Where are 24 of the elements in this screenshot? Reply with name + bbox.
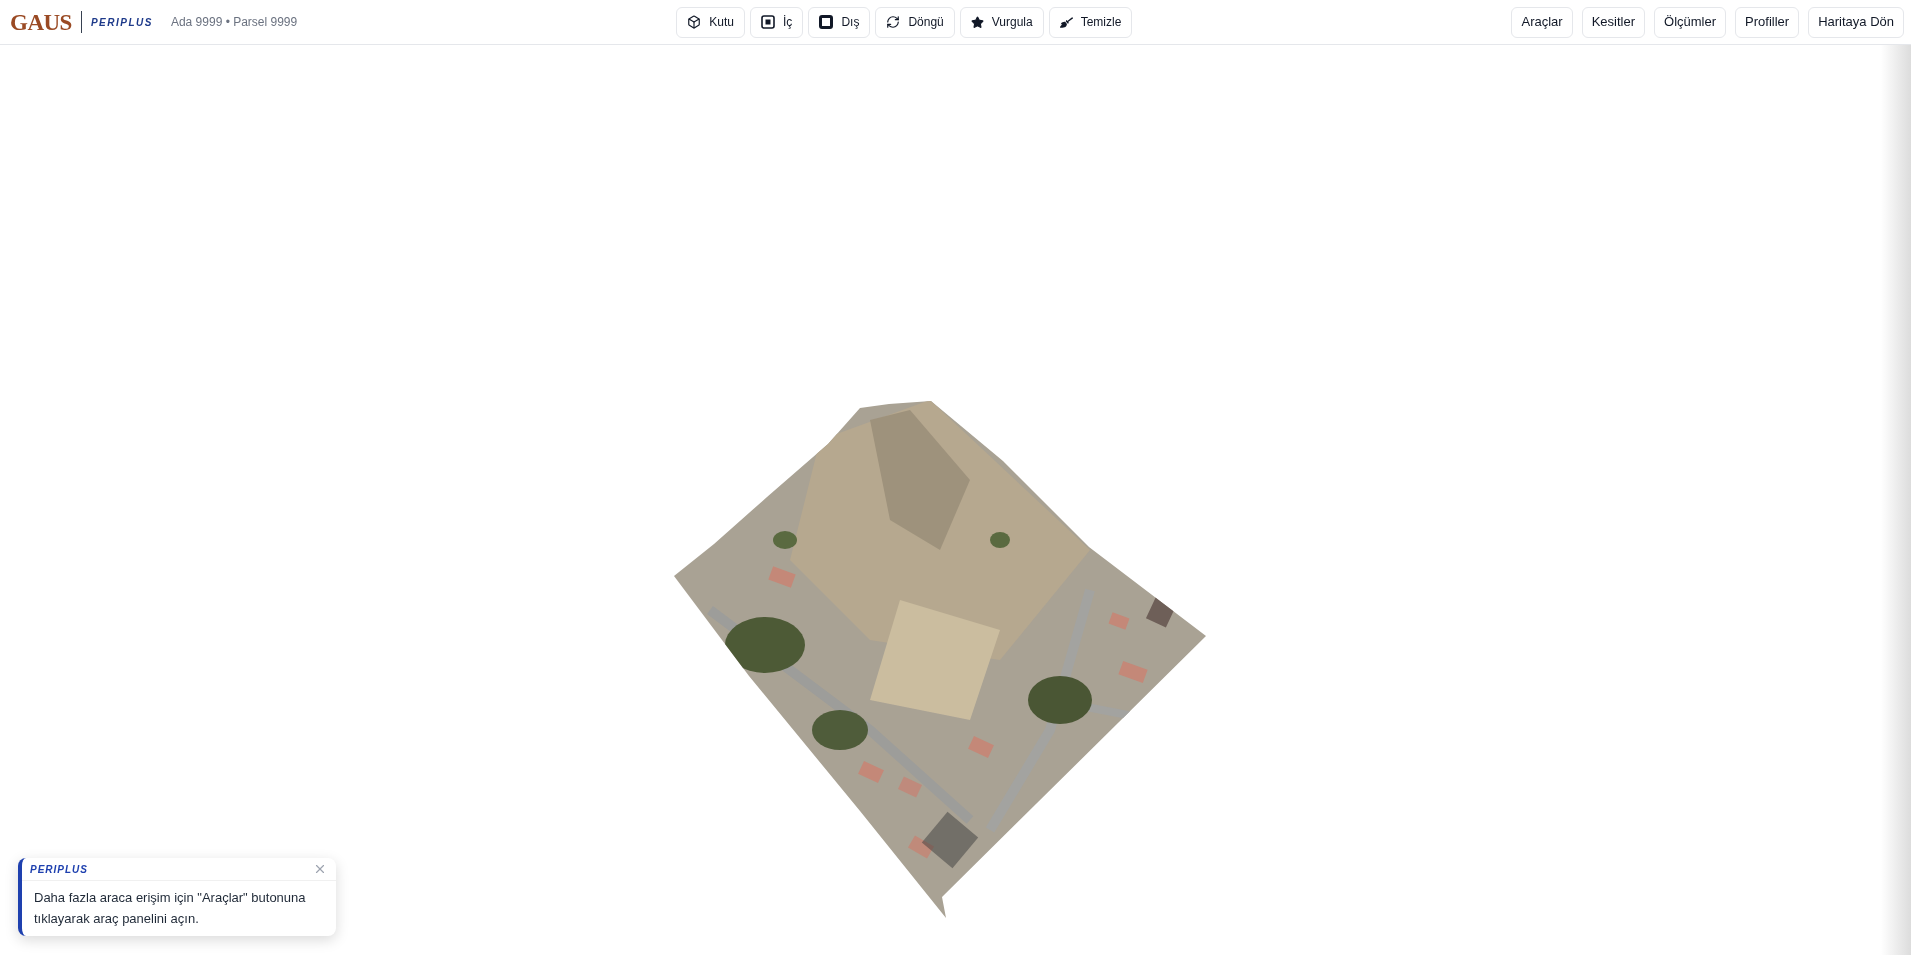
- nav-button[interactable]: Haritaya Dön: [1808, 6, 1904, 38]
- nav-button[interactable]: Araçlar: [1511, 6, 1573, 38]
- tool-button[interactable]: Dış: [808, 6, 871, 38]
- star-icon: [970, 15, 984, 29]
- refresh-icon: [886, 15, 901, 29]
- toast-message: Daha fazla araca erişim için "Araçlar" butonuna tıklayarak araç panelini açın.: [33, 889, 307, 928]
- tool-button[interactable]: Döngü: [875, 6, 955, 38]
- tool-button[interactable]: Temizle: [1048, 6, 1133, 38]
- broom-icon: [1059, 15, 1073, 29]
- toast-brand: PERIPLUS: [30, 862, 88, 877]
- parcel-label: Ada 9999 • Parsel 9999: [170, 14, 298, 31]
- square-icon: [819, 15, 834, 29]
- close-button[interactable]: [313, 862, 327, 876]
- inner-square-icon: [761, 15, 776, 29]
- nav-button[interactable]: Ölçümler: [1654, 6, 1727, 38]
- nav-button[interactable]: Profiller: [1735, 6, 1800, 38]
- logo-text: GAUS: [10, 10, 72, 34]
- tool-button[interactable]: Kutu: [676, 6, 746, 38]
- nav-button[interactable]: Kesitler: [1581, 6, 1646, 38]
- cube-icon: [687, 15, 702, 29]
- tool-button[interactable]: İç: [750, 6, 804, 38]
- tool-button[interactable]: Vurgula: [959, 6, 1044, 38]
- close-icon: [313, 862, 327, 876]
- brand-name: PERIPLUS: [90, 15, 153, 30]
